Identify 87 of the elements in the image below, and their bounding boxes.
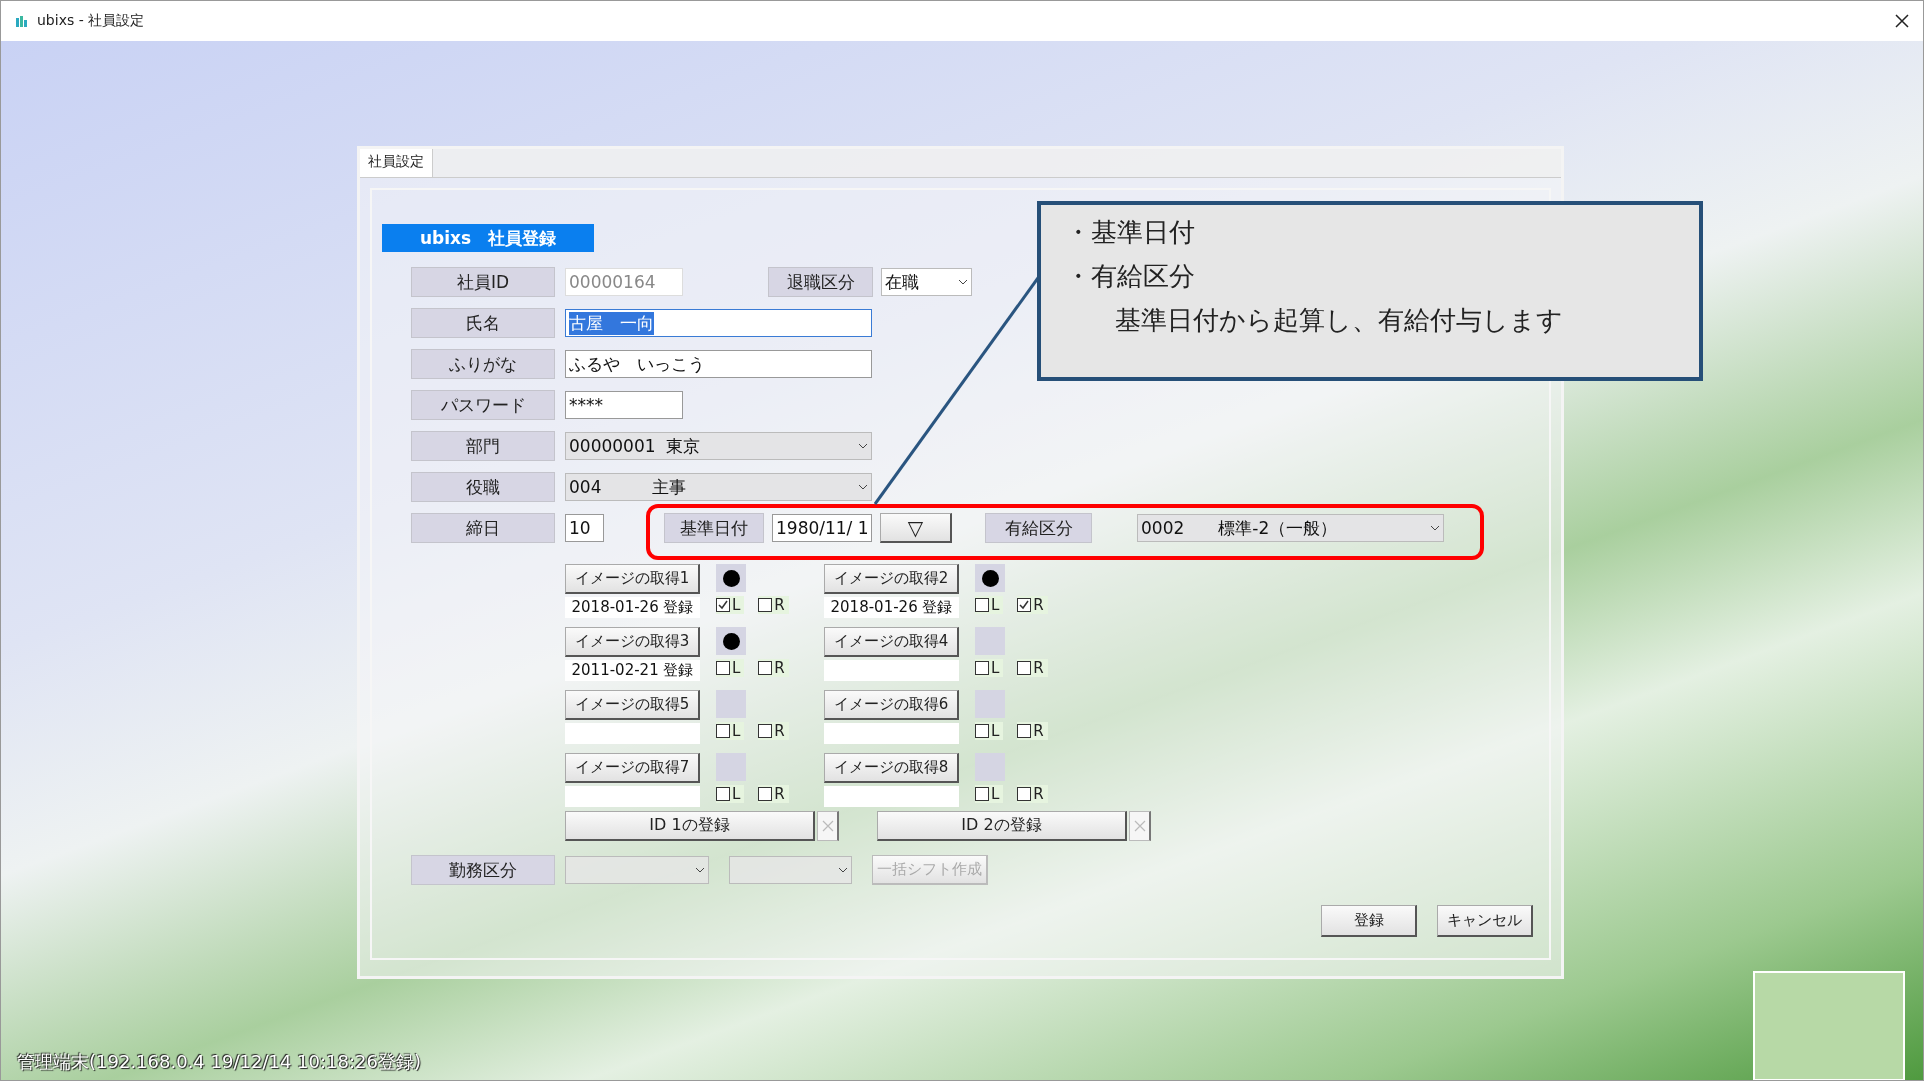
field-label: 社員ID bbox=[411, 267, 555, 297]
checkbox-label: L bbox=[991, 785, 1000, 803]
registered-date: 2018-01-26 登録 bbox=[565, 597, 700, 618]
checkbox[interactable] bbox=[1017, 598, 1032, 612]
field-label: 締日 bbox=[411, 513, 555, 543]
checkbox-label: R bbox=[1033, 596, 1044, 614]
checkbox[interactable] bbox=[716, 724, 730, 738]
action-button[interactable]: 登録 bbox=[1321, 905, 1417, 937]
checkbox[interactable] bbox=[758, 787, 773, 801]
window-title: ubixs - 社員設定 bbox=[37, 12, 145, 30]
field-label: 部門 bbox=[411, 431, 555, 461]
chevron-down-icon bbox=[858, 443, 868, 449]
paid-leave-select[interactable]: 0002 標準-2（一般） bbox=[1137, 514, 1444, 542]
password-field[interactable]: **** bbox=[565, 391, 683, 419]
checkbox[interactable] bbox=[758, 724, 773, 738]
get-image-button[interactable]: イメージの取得6 bbox=[824, 690, 959, 720]
checkbox[interactable] bbox=[1017, 787, 1032, 801]
field-label: 有給区分 bbox=[985, 513, 1092, 543]
chevron-down-icon bbox=[958, 279, 968, 285]
close-icon bbox=[821, 820, 834, 832]
checkbox[interactable] bbox=[716, 598, 730, 612]
get-image-button[interactable]: イメージの取得1 bbox=[565, 564, 700, 594]
checkbox-label: R bbox=[1033, 785, 1044, 803]
checkbox[interactable] bbox=[975, 661, 989, 675]
get-image-button[interactable]: イメージの取得4 bbox=[824, 627, 959, 657]
retirement-select[interactable]: 在職 bbox=[881, 268, 972, 296]
position-select[interactable]: 004 主事 bbox=[565, 473, 872, 501]
checkbox-label: R bbox=[774, 596, 785, 614]
closing-day-field[interactable]: 10 bbox=[565, 514, 604, 542]
get-image-button[interactable]: イメージの取得7 bbox=[565, 753, 700, 783]
checkbox[interactable] bbox=[758, 661, 773, 675]
checkbox[interactable] bbox=[1017, 724, 1032, 738]
date-field[interactable]: 1980/11/ 1 bbox=[772, 514, 872, 542]
close-icon[interactable] bbox=[1895, 14, 1909, 28]
field-label: 氏名 bbox=[411, 308, 555, 338]
checkbox-label: L bbox=[991, 596, 1000, 614]
register-id-button[interactable]: ID 1の登録 bbox=[565, 811, 815, 841]
clear-button[interactable] bbox=[817, 811, 839, 841]
field-label: 退職区分 bbox=[768, 267, 873, 297]
checkbox[interactable] bbox=[758, 598, 773, 612]
form-header: ubixs 社員登録 bbox=[382, 224, 594, 252]
checkbox-label: L bbox=[732, 722, 741, 740]
checkbox-label: R bbox=[774, 722, 785, 740]
chevron-down-icon bbox=[695, 867, 705, 873]
checkbox-label: R bbox=[1033, 659, 1044, 677]
field-label: ふりがな bbox=[411, 349, 555, 379]
checkbox-label: L bbox=[732, 785, 741, 803]
callout-text: ・基準日付 bbox=[1065, 217, 1196, 249]
status-text: 管理端末(192.168.0.4 19/12/14 10:18:26登録) bbox=[17, 1050, 421, 1074]
get-image-button[interactable]: イメージの取得8 bbox=[824, 753, 959, 783]
callout-text: ・有給区分 bbox=[1065, 261, 1196, 293]
checkbox[interactable] bbox=[716, 787, 730, 801]
registered-date: 2018-01-26 登録 bbox=[824, 597, 959, 618]
department-select[interactable]: 00000001 東京 bbox=[565, 432, 872, 460]
get-image-button[interactable]: イメージの取得5 bbox=[565, 690, 700, 720]
checkbox-label: R bbox=[774, 659, 785, 677]
checkbox[interactable] bbox=[975, 598, 989, 612]
checkbox-label: L bbox=[991, 722, 1000, 740]
field-label: 役職 bbox=[411, 472, 555, 502]
tab[interactable]: 社員設定 bbox=[360, 149, 433, 177]
checkbox-label: L bbox=[991, 659, 1000, 677]
field-label: 勤務区分 bbox=[411, 855, 555, 885]
action-button[interactable]: キャンセル bbox=[1437, 905, 1533, 937]
checkbox-label: R bbox=[1033, 722, 1044, 740]
checkbox[interactable] bbox=[716, 661, 730, 675]
clear-button[interactable] bbox=[1129, 811, 1151, 841]
get-image-button[interactable]: イメージの取得3 bbox=[565, 627, 700, 657]
checkbox[interactable] bbox=[975, 787, 989, 801]
chevron-down-icon bbox=[838, 867, 848, 873]
app-icon bbox=[15, 14, 29, 28]
checkbox[interactable] bbox=[975, 724, 989, 738]
checkbox-label: R bbox=[774, 785, 785, 803]
field-label: パスワード bbox=[411, 390, 555, 420]
chevron-down-icon bbox=[858, 484, 868, 490]
chevron-down-icon bbox=[1430, 525, 1440, 531]
field-label: 基準日付 bbox=[664, 513, 764, 543]
checkbox-label: L bbox=[732, 659, 741, 677]
furigana-field[interactable]: ふるや いっこう bbox=[565, 350, 872, 378]
registered-date: 2011-02-21 登録 bbox=[565, 660, 700, 681]
checkbox-label: L bbox=[732, 596, 741, 614]
name-field[interactable]: 古屋 一向 bbox=[565, 309, 872, 337]
register-id-button[interactable]: ID 2の登録 bbox=[877, 811, 1127, 841]
get-image-button[interactable]: イメージの取得2 bbox=[824, 564, 959, 594]
date-picker-button[interactable]: ▽ bbox=[880, 513, 952, 543]
checkbox[interactable] bbox=[1017, 661, 1032, 675]
callout-text: 基準日付から起算し、有給付与します bbox=[1114, 305, 1564, 337]
close-icon bbox=[1133, 820, 1146, 832]
